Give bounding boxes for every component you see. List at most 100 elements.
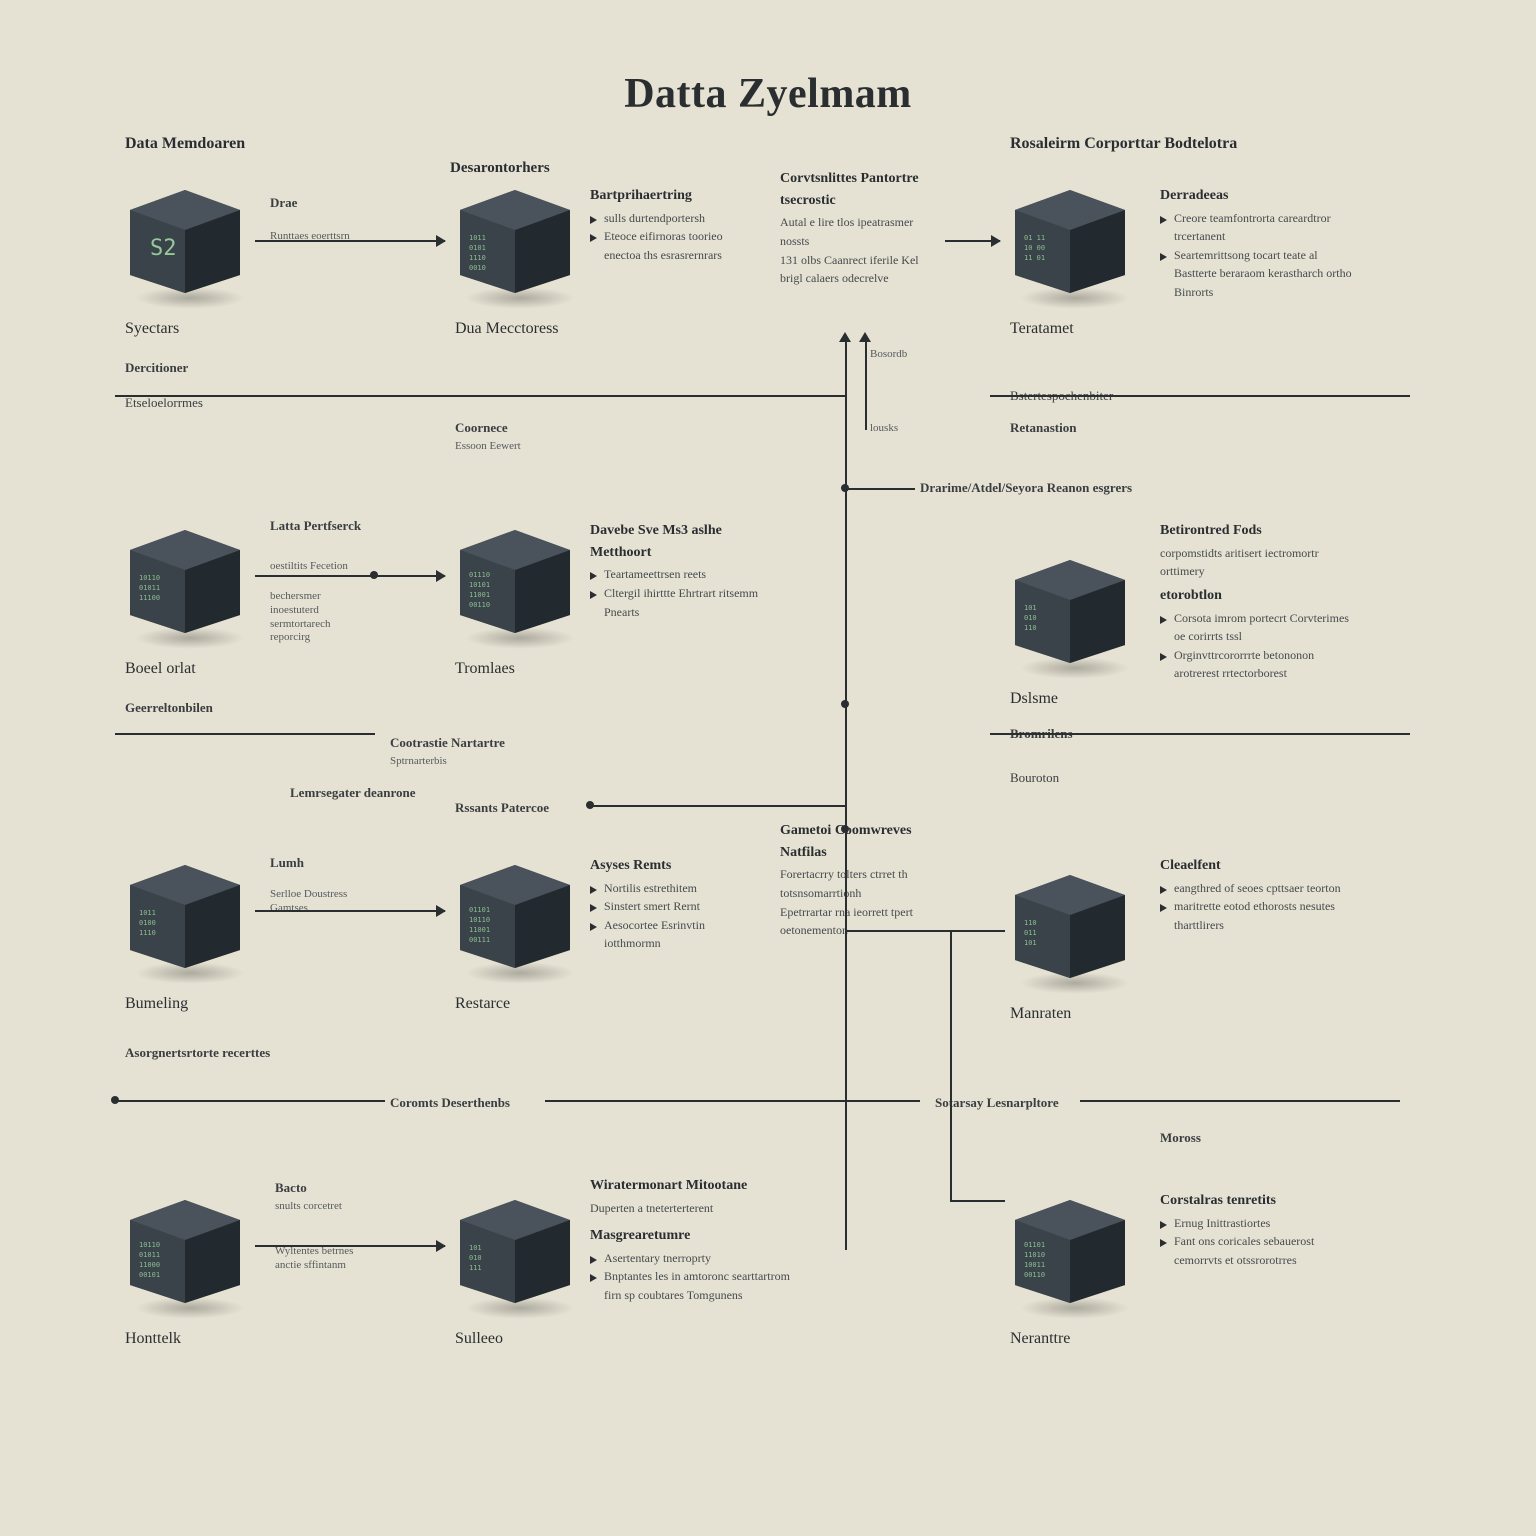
info-b11: Masgrearetumre Asertentary tnerroprty Bn… (590, 1225, 800, 1304)
vbus-main (845, 340, 847, 1250)
svg-text:10011: 10011 (1024, 1261, 1045, 1269)
diagram-title: Datta Zyelmam (0, 70, 1536, 118)
rule-1-left (115, 395, 845, 397)
c1-below: Syectars (125, 320, 179, 338)
c11-below: Sulleeo (455, 1330, 503, 1348)
info-b3: Derradeeas Creore teamfontrorta careardt… (1160, 185, 1360, 302)
cube-1: S2 (125, 185, 245, 295)
rule-1-right (990, 395, 1410, 397)
svg-text:1011: 1011 (469, 234, 486, 242)
lbl-asorg: Asorgnertsrtorte recerttes (125, 1045, 285, 1061)
c4-sub2: bechersmer inoestuterd sermtortarech rep… (270, 590, 370, 645)
svg-text:01011: 01011 (139, 584, 160, 592)
cube-7: 1011 0100 1110 (125, 860, 245, 970)
lbl-moross: Moross (1160, 1130, 1201, 1146)
svg-text:011: 011 (1024, 929, 1037, 937)
cube-11: 101010111 (455, 1195, 575, 1305)
info-b10: Wiratermonart Mitootane Duperten a tnete… (590, 1175, 780, 1217)
c8-below: Restarce (455, 995, 510, 1013)
arrow-c7-c8 (255, 910, 445, 912)
lbl-drarime: Drarime/Atdel/Seyora Reanon esgrers (920, 480, 1150, 496)
c1-caption-top: Drae (270, 195, 297, 211)
info-b1: Bartprihaertring sulls durtendportersh E… (590, 185, 760, 264)
conn-r2-right (845, 488, 915, 490)
info-b9: Cleaelfent eangthred of seoes cpttsaer t… (1160, 855, 1360, 934)
lbl-bosordb: Bosordb (870, 348, 907, 362)
lbl-retanastion: Retanastion (1010, 420, 1076, 436)
info-b7: Asyses Remts Nortilis estrethitem Sinste… (590, 855, 760, 953)
cube-4: 10110 01011 11100 (125, 525, 245, 635)
info-b6: etorobtlon Corsota imrom portecrt Corvte… (1160, 585, 1360, 683)
conn-r3-down (950, 930, 952, 1200)
svg-text:10110: 10110 (139, 574, 160, 582)
c5-below: Tromlaes (455, 660, 515, 678)
svg-text:00110: 00110 (1024, 1271, 1045, 1279)
rule-2-left (115, 733, 375, 735)
info-b2: Corvtsnlittes Pantortre tsecrostic Autal… (780, 168, 935, 288)
rule-3-mid (545, 1100, 920, 1102)
svg-text:00111: 00111 (469, 936, 490, 944)
header-left: Data Memdoaren (125, 135, 245, 153)
svg-text:1011: 1011 (139, 909, 156, 917)
rule-2-right (990, 733, 1410, 735)
info-b8: Gametoi Coomwreves Natfilas Forertacrry … (780, 820, 940, 940)
cube-5: 01110101011100100110 (455, 525, 575, 635)
cube-2: 1011 0101 1110 0010 (455, 185, 575, 295)
svg-text:0010: 0010 (469, 264, 486, 272)
svg-text:10101: 10101 (469, 581, 490, 589)
svg-text:1110: 1110 (139, 929, 156, 937)
svg-text:00101: 00101 (139, 1271, 160, 1279)
lbl-sotarsay: Sotarsay Lesnarpltore (935, 1095, 1059, 1111)
dot-bus-3 (841, 825, 849, 833)
svg-text:10110: 10110 (139, 1241, 160, 1249)
svg-text:11100: 11100 (139, 594, 160, 602)
svg-text:11 01: 11 01 (1024, 254, 1045, 262)
info-b4: Davebe Sve Ms3 aslhe Metthoort Teartamee… (590, 520, 760, 621)
c7-below: Bumeling (125, 995, 188, 1013)
cube-8: 01101101101100100111 (455, 860, 575, 970)
lbl-coornece: Coornece (455, 420, 508, 436)
lbl-etseloelorrmes: Etseloelorrmes (125, 395, 203, 411)
header-mid: Desarontorhers (450, 160, 550, 177)
svg-text:10 00: 10 00 (1024, 244, 1045, 252)
svg-text:01110: 01110 (469, 571, 490, 579)
svg-text:0101: 0101 (469, 244, 486, 252)
svg-text:0100: 0100 (139, 919, 156, 927)
dot-rule3-left (111, 1096, 119, 1104)
lbl-cootrastie: Cootrastie Nartartre (390, 735, 505, 751)
c12-below: Neranttre (1010, 1330, 1070, 1348)
vbus-branch (865, 340, 867, 430)
lbl-geerrelt: Geerreltonbilen (125, 700, 213, 716)
svg-text:1110: 1110 (469, 254, 486, 262)
arrowhead-up-2 (859, 332, 871, 342)
svg-text:01011: 01011 (139, 1251, 160, 1259)
cube-6: 101010110 (1010, 555, 1130, 665)
cube-12: 01101110101001100110 (1010, 1195, 1130, 1305)
cube-9: 110011101 (1010, 870, 1130, 980)
c4-left-title: Latta Pertfserck (270, 518, 361, 534)
c2-below: Dua Mecctoress (455, 320, 559, 338)
svg-text:01 11: 01 11 (1024, 234, 1045, 242)
svg-text:11010: 11010 (1024, 1251, 1045, 1259)
arrow-c10-c11 (255, 1245, 445, 1247)
info-b5: Betirontred Fods corpomstidts aritisert … (1160, 520, 1360, 581)
c10-below: Honttelk (125, 1330, 181, 1348)
header-right: Rosaleirm Corporttar Bodtelotra (1010, 135, 1237, 153)
info-b12: Corstalras tenretits Ernug Inittrastiort… (1160, 1190, 1360, 1269)
svg-text:11001: 11001 (469, 591, 490, 599)
lbl-bacto-sub1: snults corcetret (275, 1200, 360, 1214)
svg-text:110: 110 (1024, 919, 1037, 927)
arrow-c4-c5 (255, 575, 445, 577)
rule-3-left (115, 1100, 385, 1102)
lbl-bacto: Bacto (275, 1180, 307, 1196)
svg-text:110: 110 (1024, 624, 1037, 632)
svg-text:11001: 11001 (469, 926, 490, 934)
c6-below: Dslsme (1010, 690, 1058, 708)
c7-lumh: Lumh (270, 855, 304, 871)
lbl-dercitoner: Dercitioner (125, 360, 188, 376)
cube-3: 01 11 10 00 11 01 (1010, 185, 1130, 295)
cube-10: 10110010111100000101 (125, 1195, 245, 1305)
c4-sub1: oestiltits Fecetion (270, 560, 365, 574)
svg-text:010: 010 (469, 1254, 482, 1262)
conn-r4-right (950, 1200, 1005, 1202)
